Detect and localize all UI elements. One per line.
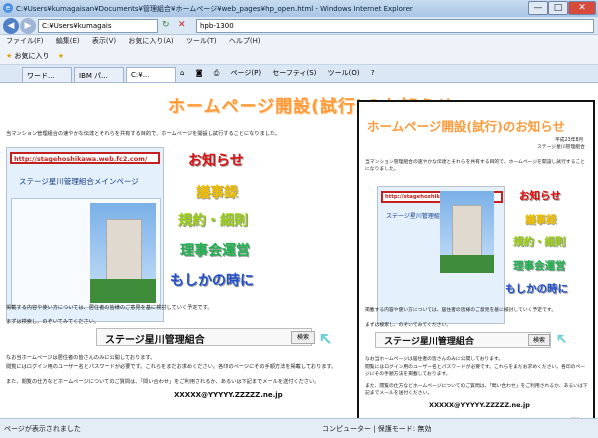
preview-link-notice: お知らせ [519, 190, 561, 202]
title-bar: e C:¥Users¥kumagaisan¥Documents¥管理組合¥ホーム… [0, 0, 598, 17]
close-button[interactable]: ✕ [568, 1, 596, 15]
maximize-button[interactable]: □ [548, 1, 568, 15]
preview-link-minutes: 議事録 [525, 214, 557, 226]
security-zone[interactable]: コンピューター | 保護モード: 無効 [322, 424, 431, 434]
preview-site-screenshot: http://stagehoshikawa.web.fc2.com/ ステージ星… [377, 186, 505, 324]
feeds-icon[interactable]: ◙ [196, 69, 203, 77]
menu-help[interactable]: ヘルプ(H) [229, 37, 261, 45]
tab-row: ワード... IBM パ... C:¥... ⌂ ◙ ⎙ ページ(P) セーフテ… [0, 65, 598, 83]
address-toolbar: ◀ ▶ C:¥Users¥kumagais ↻ ✕ hpb-1300 [0, 17, 598, 35]
site-screenshot: http://stagehoshikawa.web.fc2.com/ ステージ星… [6, 147, 164, 322]
command-bar: ⌂ ◙ ⎙ ページ(P) セーフティ(S) ツール(O) ? [180, 68, 384, 78]
link-minutes[interactable]: 議事録 [196, 182, 238, 202]
status-bar: ページが表示されました コンピューター | 保護モード: 無効 [0, 418, 598, 438]
preview-link-emergency: もしかの時に [505, 283, 568, 295]
preview-para-login: 閲覧にはログイン用のユーザー名とパスワードが必要です。これらをまだお求めください… [365, 365, 586, 377]
preview-search-button: 検索 [528, 334, 550, 346]
menu-edit[interactable]: 編集(E) [56, 37, 80, 45]
site-body [11, 198, 161, 308]
preview-building-photo [440, 191, 494, 273]
preview-link-board: 理事会運営 [513, 260, 566, 272]
menu-view[interactable]: 表示(V) [92, 37, 116, 45]
para-members-only: なお当ホームページは居住者の皆さんのみに公開しております。 [6, 355, 156, 361]
contact-email: XXXXX@YYYYY.ZZZZZ.ne.jp [174, 391, 283, 399]
site-heading: ステージ星川管理組合メインページ [19, 177, 139, 186]
minimize-button[interactable]: — [528, 1, 548, 15]
link-board[interactable]: 理事会運営 [180, 240, 250, 260]
link-rules[interactable]: 規約・細則 [178, 210, 248, 230]
tab-word[interactable]: ワード... [22, 67, 72, 82]
menu-favorites[interactable]: お気に入り(A) [128, 37, 173, 45]
preview-para-content-plan: 掲載する内容や使い方については、居住者の皆様のご意見を基に検討していく予定です。 [365, 308, 557, 313]
forward-icon[interactable]: ▶ [20, 18, 36, 34]
para-login: 閲覧にはログイン用のユーザー名とパスワードが必要です。これらをまだお求めください… [6, 364, 337, 370]
menu-bar: ファイル(F) 編集(E) 表示(V) お気に入り(A) ツール(T) ヘルプ(… [0, 35, 598, 47]
add-favorite-icon[interactable]: ★ [58, 52, 64, 60]
command-tools[interactable]: ツール(O) [328, 69, 360, 77]
preview-contact-email: XXXXX@YYYYY.ZZZZZ.ne.jp [429, 401, 530, 409]
preview-para-members-only: なお当ホームページは居住者の皆さんのみに公開しております。 [365, 357, 504, 362]
para-search-hint: まずは検索し、のぞいてみてください。 [6, 319, 100, 325]
preview-link-rules: 規約・細則 [513, 236, 566, 248]
preview-para-questions: また、閲覧の仕方などホームページについてのご質問は、「問い合わせ」をご利用される… [365, 384, 588, 396]
preview-pointer-arrow-icon: ➜ [550, 328, 573, 350]
search-box[interactable]: hpb-1300 [196, 19, 594, 33]
document-preview: ホームページ開設(試行)のお知らせ 平成23年8月 ステージ星川管理組合 当マン… [357, 100, 595, 425]
para-questions: また、閲覧の仕方などホームページについてのご質問は、「問い合わせ」をご利用される… [6, 379, 320, 385]
ie-logo-icon: e [3, 3, 13, 13]
stop-icon[interactable]: ✕ [178, 20, 186, 30]
back-icon[interactable]: ◀ [3, 18, 19, 34]
preview-date: 平成23年8月 [555, 138, 584, 143]
search-sample-button: 検索 [291, 331, 315, 344]
search-sample: ステージ星川管理組合 検索 [96, 328, 315, 346]
preview-title: ホームページ開設(試行)のお知らせ [367, 119, 566, 134]
command-safety[interactable]: セーフティ(S) [272, 69, 316, 77]
link-notice[interactable]: お知らせ [188, 150, 244, 170]
help-icon[interactable]: ? [371, 69, 375, 77]
preview-sender: ステージ星川管理組合 [537, 145, 585, 150]
status-text: ページが表示されました [4, 425, 81, 433]
ie-window: e C:¥Users¥kumagaisan¥Documents¥管理組合¥ホーム… [0, 0, 598, 438]
link-emergency[interactable]: もしかの時に [170, 270, 254, 290]
go-icon[interactable]: ↻ [162, 20, 170, 30]
preview-search-text: ステージ星川管理組合 [384, 337, 474, 347]
intro-text: 当マンション管理組合の速やかな伝達とそれらを共有する目的で、ホームページを開設し… [6, 131, 281, 137]
home-icon[interactable]: ⌂ [180, 69, 184, 77]
tab-current[interactable]: C:¥... [126, 67, 176, 82]
menu-tools[interactable]: ツール(T) [186, 37, 217, 45]
favorites-button[interactable]: お気に入り [15, 52, 50, 60]
tab-ibm[interactable]: IBM パ... [74, 67, 124, 82]
building-photo [90, 203, 156, 303]
preview-para-search-hint: まずは検索し、のぞいてみてください。 [365, 323, 452, 328]
star-icon[interactable]: ★ [6, 52, 12, 60]
pointer-arrow-icon: ➜ [312, 325, 339, 352]
preview-intro: 当マンション管理組合の速やかな伝達とそれらを共有する目的で、ホームページを開設し… [365, 160, 586, 172]
print-icon[interactable]: ⎙ [214, 69, 220, 77]
search-sample-text: ステージ星川管理組合 [105, 335, 205, 346]
command-page[interactable]: ページ(P) [231, 69, 262, 77]
preview-search-sample: ステージ星川管理組合 検索 [375, 332, 551, 348]
window-title: C:¥Users¥kumagaisan¥Documents¥管理組合¥ホームペー… [16, 5, 413, 13]
site-url: http://stagehoshikawa.web.fc2.com/ [10, 152, 160, 164]
address-bar[interactable]: C:¥Users¥kumagais [38, 19, 158, 33]
favorites-bar: ★ お気に入り ★ [0, 47, 598, 65]
para-content-plan: 掲載する内容や使い方については、居住者の皆様のご意見を基に検討していく予定です。 [6, 305, 213, 311]
menu-file[interactable]: ファイル(F) [6, 37, 44, 45]
